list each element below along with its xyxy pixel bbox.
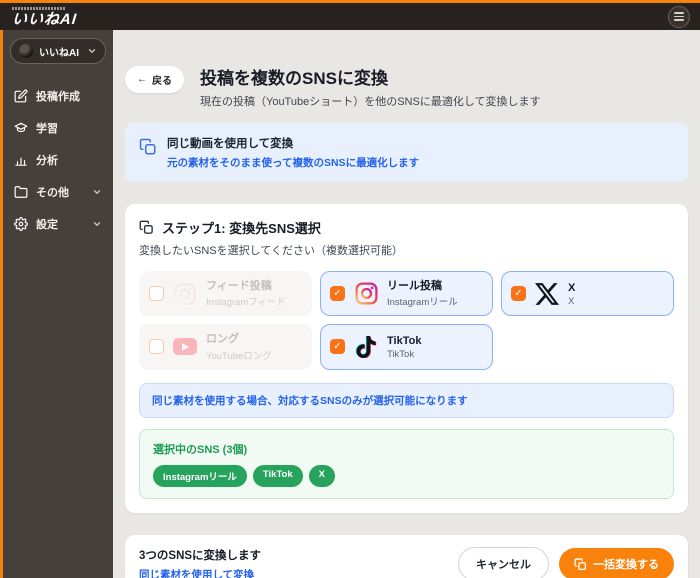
instagram-icon [353,281,379,307]
checkbox-unchecked [149,286,164,301]
graduation-cap-icon [14,121,28,135]
instagram-icon [172,281,198,307]
step-subtitle: 変換したいSNSを選択してください（複数選択可能） [139,242,674,258]
copy-icon [139,220,154,235]
folder-icon [14,185,28,199]
edit-icon [14,89,28,103]
page-subtitle: 現在の投稿（YouTubeショート）を他のSNSに最適化して変換します [200,93,541,109]
chevron-down-icon [87,46,97,56]
youtube-icon [172,334,198,360]
bulk-convert-button[interactable]: 一括変換する [559,548,674,578]
top-bar: いいねAI [0,0,700,30]
sns-option-title: ロング [206,332,272,346]
copy-icon [574,558,587,571]
sidebar-item-label: 分析 [36,152,58,168]
sns-badge: TikTok [253,465,303,487]
sidebar-item-analytics[interactable]: 分析 [10,146,106,174]
hamburger-menu-icon[interactable] [668,6,690,28]
sns-option-tiktok[interactable]: ✓ TikTok TikTok [320,324,493,369]
same-material-link[interactable]: 同じ素材を使用して変換 [139,567,261,578]
footer-action-bar: 3つのSNSに変換します 同じ素材を使用して変換 キャンセル 一括変換する [125,535,688,578]
chevron-down-icon [92,187,102,197]
checkbox-checked[interactable]: ✓ [330,339,345,354]
sns-option-title: リール投稿 [387,279,458,293]
sns-option-instagram-reels[interactable]: ✓ リール投稿 Instagramリール [320,271,493,316]
gear-icon [14,217,28,231]
x-icon [534,281,560,307]
checkbox-unchecked [149,339,164,354]
sns-option-title: TikTok [387,334,421,348]
sns-badge: Instagramリール [153,465,247,487]
chevron-down-icon [92,219,102,229]
selected-sns-label: 選択中のSNS (3個) [153,441,660,457]
same-material-note: 同じ素材を使用する場合、対応するSNSのみが選択可能になります [139,383,674,418]
sidebar-nav: 投稿作成 学習 分析 その他 設定 [10,82,106,238]
step1-card: ステップ1: 変換先SNS選択 変換したいSNSを選択してください（複数選択可能… [125,204,688,513]
sns-option-instagram-feed: フィード投稿 Instagramフィード [139,271,312,316]
banner-title: 同じ動画を使用して変換 [167,135,419,151]
sidebar: いいねAI 投稿作成 学習 分析 その他 設定 [0,30,113,578]
cancel-button[interactable]: キャンセル [458,547,549,578]
checkbox-checked[interactable]: ✓ [330,286,345,301]
sidebar-item-label: その他 [36,184,69,200]
sns-option-x[interactable]: ✓ X X [501,271,674,316]
same-video-banner: 同じ動画を使用して変換 元の素材をそのまま使って複数のSNSに最適化します [125,123,688,182]
sidebar-item-post-create[interactable]: 投稿作成 [10,82,106,110]
bar-chart-icon [14,153,28,167]
sidebar-item-label: 設定 [36,216,58,232]
copy-icon [139,138,157,156]
sns-options-grid: フィード投稿 Instagramフィード ✓ リール投稿 Instagramリー… [139,271,674,370]
sidebar-item-others[interactable]: その他 [10,178,106,206]
sns-option-subtitle: Instagramフィード [206,294,286,308]
sns-option-youtube-long: ロング YouTubeロング [139,324,312,369]
logo-tagline [12,7,66,10]
sidebar-item-learning[interactable]: 学習 [10,114,106,142]
back-arrow-icon: ← [137,74,147,85]
sidebar-item-label: 学習 [36,120,58,136]
banner-subtitle: 元の素材をそのまま使って複数のSNSに最適化します [167,155,419,170]
workspace-selector[interactable]: いいねAI [10,38,106,64]
sns-badge: X [309,465,335,487]
selected-sns-box: 選択中のSNS (3個) Instagramリール TikTok X [139,429,674,499]
sidebar-item-label: 投稿作成 [36,88,80,104]
sns-option-subtitle: X [568,296,575,307]
selected-sns-badges: Instagramリール TikTok X [153,465,660,487]
app-logo: いいねAI [10,7,77,27]
sidebar-item-settings[interactable]: 設定 [10,210,106,238]
main-content: ← 戻る 投稿を複数のSNSに変換 現在の投稿（YouTubeショート）を他のS… [113,30,700,578]
page-title: 投稿を複数のSNSに変換 [200,64,541,89]
tiktok-icon [353,334,379,360]
checkbox-checked[interactable]: ✓ [511,286,526,301]
workspace-label: いいねAI [39,44,81,59]
step-title: ステップ1: 変換先SNS選択 [162,218,321,237]
sns-option-title: フィード投稿 [206,279,286,293]
sns-option-subtitle: TikTok [387,349,421,360]
conversion-summary: 3つのSNSに変換します [139,547,261,563]
back-button[interactable]: ← 戻る [125,66,184,93]
sns-option-title: X [568,281,575,295]
sns-option-subtitle: YouTubeロング [206,348,272,362]
page-header: ← 戻る 投稿を複数のSNSに変換 現在の投稿（YouTubeショート）を他のS… [125,64,688,109]
workspace-avatar [19,44,33,58]
sns-option-subtitle: Instagramリール [387,294,458,308]
logo-text: いいねAI [11,12,78,27]
